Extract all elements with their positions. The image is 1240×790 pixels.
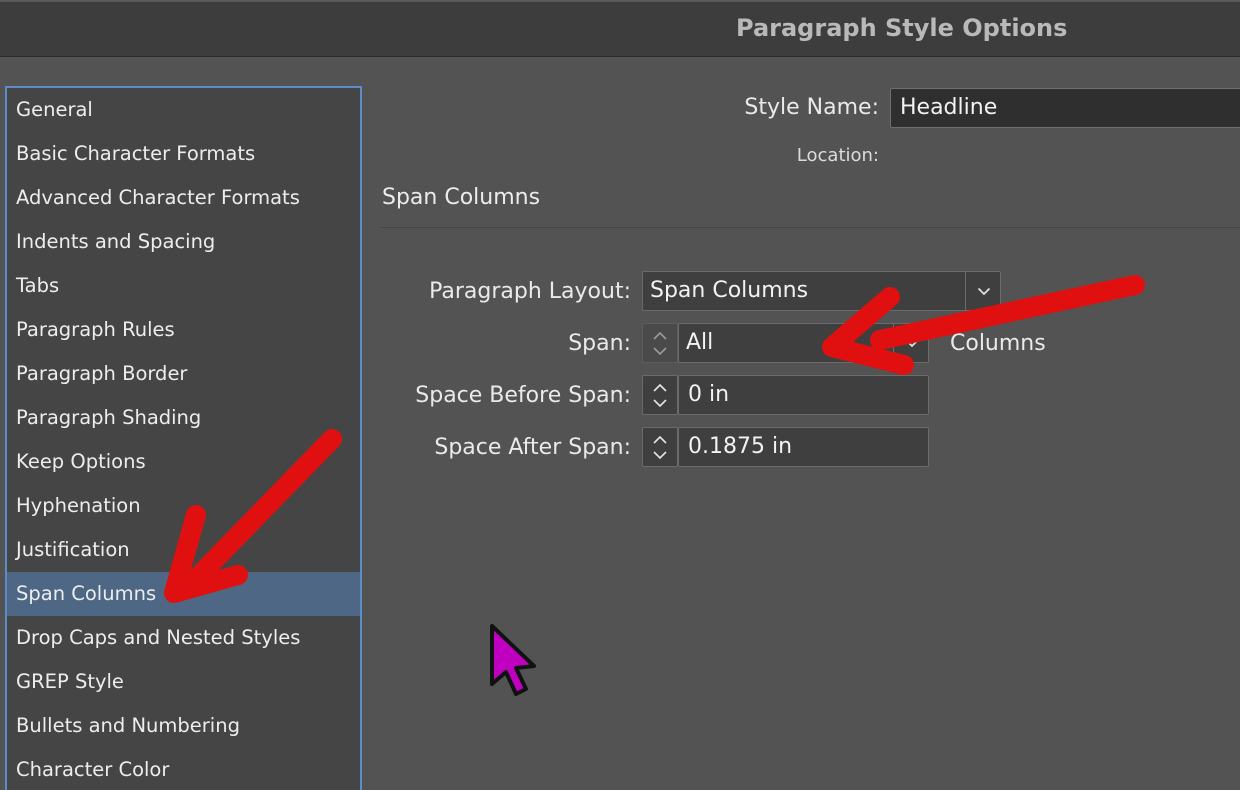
style-name-label: Style Name: (744, 95, 879, 120)
sidebar-item-advanced-character-formats[interactable]: Advanced Character Formats (7, 176, 360, 220)
span-label: Span: (568, 331, 631, 356)
space-before-stepper[interactable] (642, 375, 678, 415)
window-title: Paragraph Style Options (736, 14, 1068, 42)
sidebar-item-paragraph-shading[interactable]: Paragraph Shading (7, 396, 360, 440)
sidebar-item-grep-style[interactable]: GREP Style (7, 660, 360, 704)
up-down-stepper-icon (653, 383, 667, 408)
span-dropdown[interactable]: All (678, 323, 929, 363)
sidebar-item-tabs[interactable]: Tabs (7, 264, 360, 308)
chevron-down-icon[interactable] (893, 324, 929, 362)
location-label: Location: (796, 145, 879, 166)
mouse-cursor-icon (490, 624, 536, 696)
space-after-span-field[interactable]: 0.1875 in (678, 427, 929, 467)
sidebar-item-justification[interactable]: Justification (7, 528, 360, 572)
paragraph-layout-label: Paragraph Layout: (429, 279, 631, 304)
sidebar-item-character-color[interactable]: Character Color (7, 748, 360, 790)
up-down-stepper-icon (653, 331, 667, 356)
space-after-stepper[interactable] (642, 427, 678, 467)
sidebar-item-paragraph-border[interactable]: Paragraph Border (7, 352, 360, 396)
sidebar-item-general[interactable]: General (7, 88, 360, 132)
paragraph-layout-dropdown[interactable]: Span Columns (642, 271, 1001, 311)
chevron-down-icon[interactable] (965, 272, 1001, 310)
sidebar-item-hyphenation[interactable]: Hyphenation (7, 484, 360, 528)
section-divider (380, 227, 1240, 228)
sidebar-item-basic-character-formats[interactable]: Basic Character Formats (7, 132, 360, 176)
category-list[interactable]: General Basic Character Formats Advanced… (5, 86, 362, 790)
style-name-field[interactable]: Headline (890, 88, 1240, 128)
span-stepper[interactable] (642, 323, 678, 363)
space-before-span-label: Space Before Span: (415, 383, 631, 408)
sidebar-item-indents-and-spacing[interactable]: Indents and Spacing (7, 220, 360, 264)
sidebar-item-drop-caps-and-nested-styles[interactable]: Drop Caps and Nested Styles (7, 616, 360, 660)
span-columns-suffix: Columns (950, 331, 1046, 356)
title-bar: Paragraph Style Options (0, 0, 1240, 57)
sidebar-item-span-columns[interactable]: Span Columns (7, 572, 360, 616)
paragraph-style-options-window: Paragraph Style Options General Basic Ch… (0, 0, 1240, 790)
up-down-stepper-icon (653, 435, 667, 460)
space-before-span-field[interactable]: 0 in (678, 375, 929, 415)
paragraph-layout-value: Span Columns (650, 278, 809, 303)
sidebar-item-paragraph-rules[interactable]: Paragraph Rules (7, 308, 360, 352)
section-title: Span Columns (382, 185, 541, 210)
sidebar-item-keep-options[interactable]: Keep Options (7, 440, 360, 484)
span-value: All (686, 330, 714, 355)
space-after-span-label: Space After Span: (434, 435, 631, 460)
sidebar-item-bullets-and-numbering[interactable]: Bullets and Numbering (7, 704, 360, 748)
